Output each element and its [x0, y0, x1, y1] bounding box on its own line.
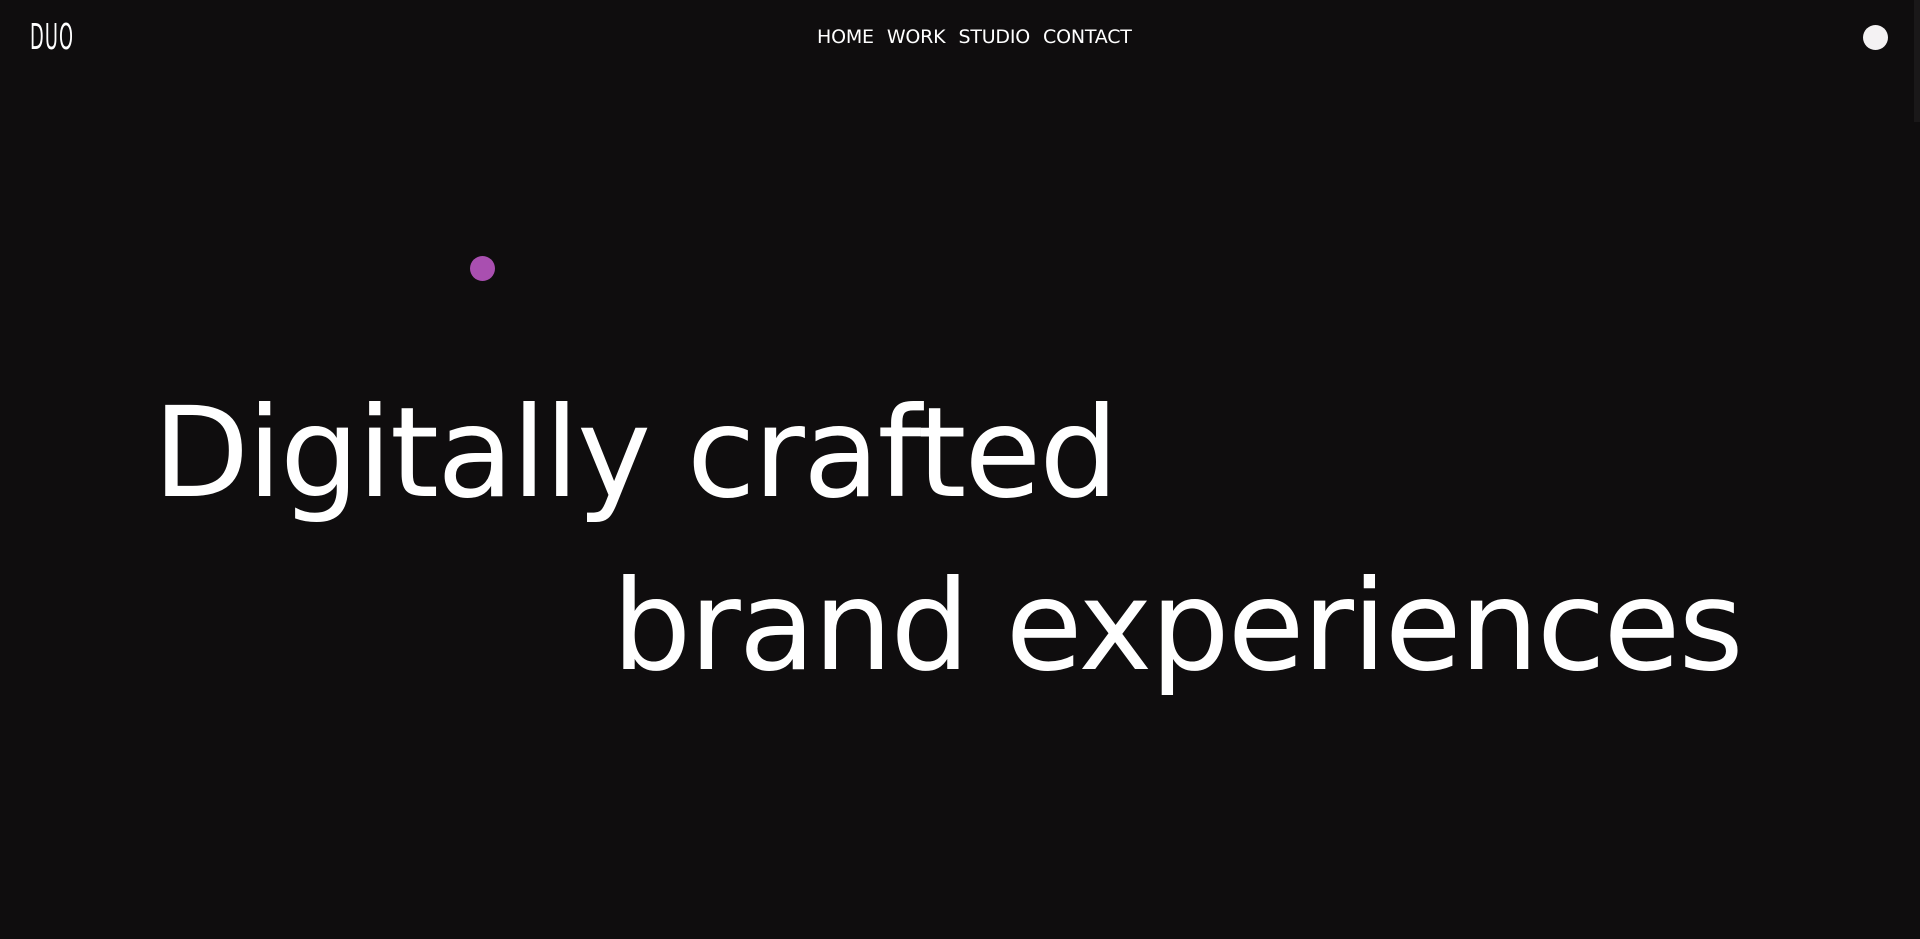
main-nav: HOME WORK STUDIO CONTACT: [817, 24, 1132, 50]
logo-text: DUO: [30, 17, 75, 58]
nav-item-studio[interactable]: STUDIO: [958, 26, 1030, 48]
logo[interactable]: DUO: [30, 20, 110, 56]
hero-heading-line-1: Digitally crafted: [153, 380, 1119, 526]
nav-item-home[interactable]: HOME: [817, 26, 874, 48]
nav-item-contact[interactable]: CONTACT: [1043, 26, 1132, 48]
circle-toggle-icon[interactable]: [1863, 25, 1888, 50]
scrollbar-thumb[interactable]: [1914, 0, 1920, 122]
accent-dot-icon: [470, 256, 495, 281]
nav-item-work[interactable]: WORK: [887, 26, 946, 48]
hero-heading-line-2: brand experiences: [612, 553, 1744, 699]
